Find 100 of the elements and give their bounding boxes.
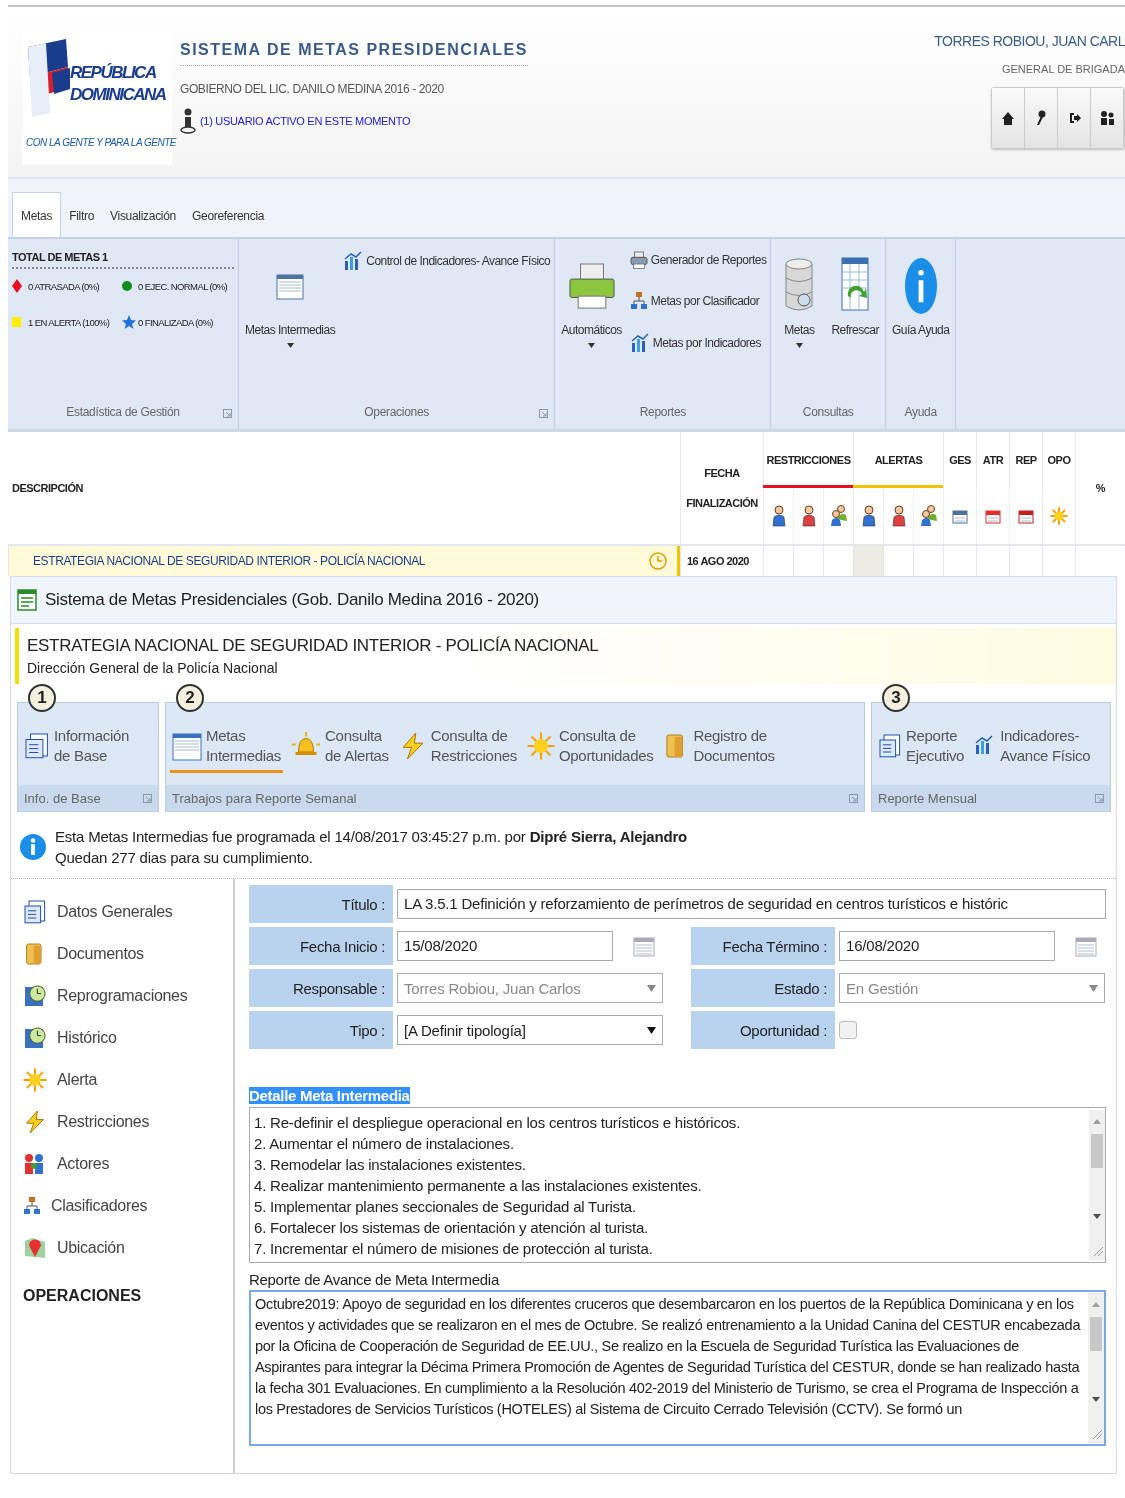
person-icon	[771, 505, 786, 527]
nav-item[interactable]: Alerta	[23, 1059, 233, 1101]
text-line: 5. Implementar planes seccionales de Seguridad al Turista.	[254, 1197, 637, 1217]
launcher-icon[interactable]	[223, 409, 232, 418]
user-name: TORRES ROBIOU, JUAN CARL	[934, 33, 1125, 49]
column-header: REP	[1009, 432, 1042, 488]
app-title: SISTEMA DE METAS PRESIDENCIALES	[180, 41, 528, 66]
hierarchy-icon	[23, 1196, 41, 1216]
caret-icon[interactable]	[588, 343, 596, 348]
scrollbar[interactable]	[1088, 1292, 1104, 1444]
launcher-icon[interactable]	[539, 409, 549, 418]
user-rank: GENERAL DE BRIGADA	[1001, 63, 1125, 75]
nav-item[interactable]: Histórico	[23, 1017, 233, 1059]
total-label: TOTAL DE METAS 1	[12, 251, 234, 269]
field-label: Responsable :	[249, 969, 393, 1007]
launcher-icon[interactable]	[1095, 793, 1104, 803]
home-button[interactable]	[992, 88, 1025, 148]
ribbon-button[interactable]: Automáticos	[559, 251, 624, 350]
goal-title: ESTRATEGIA NACIONAL DE SEGURIDAD INTERIOR - POLICÍA NACIONAL	[27, 636, 600, 656]
column-header: FECHA FINALIZACIÓN	[680, 432, 763, 544]
section-heading: OPERACIONES	[23, 1287, 143, 1305]
goal-link[interactable]: ESTRATEGIA NACIONAL DE SEGURIDAD INTERIOR - POLICÍA NACIONAL	[33, 554, 426, 568]
person-icon	[180, 108, 196, 134]
group-label: Reporte Mensual	[878, 790, 977, 806]
column-header: DESCRIPCIÓN	[11, 481, 84, 496]
step-badge: 3	[882, 684, 910, 712]
date-field[interactable]: 15/08/2020	[397, 931, 613, 961]
nav-item[interactable]: Ubicación	[23, 1227, 233, 1269]
text-field[interactable]: LA 3.5.1 Definición y reforzamiento de perímetros de seguridad en centros turísticos e históric	[397, 889, 1106, 919]
text-area[interactable]	[249, 1290, 1106, 1446]
caret-icon[interactable]	[795, 343, 803, 348]
ribbon-button[interactable]: Control de Indicadores- Avance Físico	[343, 251, 551, 271]
ribbon-button[interactable]: Guía Ayuda	[889, 251, 952, 345]
person-icon	[861, 505, 876, 527]
ribbon-tab[interactable]: Metas	[12, 192, 62, 237]
group-label: Trabajos para Reporte Semanal	[172, 790, 357, 806]
caret-icon	[1089, 984, 1098, 992]
module-button[interactable]: Información de Base	[22, 725, 132, 773]
dropdown-field[interactable]: [A Definir tipología]	[397, 1015, 663, 1045]
section-label: Reporte de Avance de Meta Intermedia	[249, 1271, 501, 1288]
active-users-link[interactable]: (1) USUARIO ACTIVO EN ESTE MOMENTO	[200, 115, 411, 127]
nav-item[interactable]: Datos Generales	[23, 891, 233, 933]
ribbon-button[interactable]: Metas Intermedias	[243, 251, 338, 350]
users-button[interactable]	[1091, 88, 1124, 148]
module-button[interactable]: Reporte Ejecutivo	[876, 725, 967, 773]
module-button[interactable]: Consulta de Alertas	[289, 725, 391, 773]
calendar-picker-icon[interactable]	[633, 935, 655, 957]
calendar-picker-icon[interactable]	[1075, 935, 1097, 957]
caret-icon	[647, 1026, 656, 1034]
info-icon	[19, 833, 47, 861]
users-icon	[1099, 110, 1115, 126]
people-icon	[829, 505, 848, 527]
launcher-icon[interactable]	[143, 793, 152, 803]
step-badge: 1	[28, 684, 56, 712]
date-field[interactable]: 16/08/2020	[839, 931, 1055, 961]
document-icon	[23, 900, 47, 924]
field-label: Estado :	[691, 969, 835, 1007]
field-label: Fecha Inicio :	[249, 927, 393, 965]
ribbon-tab[interactable]: Filtro	[61, 193, 103, 237]
section-label: Detalle Meta Intermedia	[249, 1087, 410, 1104]
text-line: 2. Aumentar el número de instalaciones.	[254, 1134, 515, 1154]
module-button[interactable]: Registro de Documentos	[661, 725, 777, 773]
launcher-icon[interactable]	[849, 793, 858, 803]
group-label: Consultas	[802, 405, 854, 419]
nav-item[interactable]: Actores	[23, 1143, 233, 1185]
ribbon-button[interactable]: Metas	[775, 251, 824, 350]
nav-item[interactable]: Reprogramaciones	[23, 975, 233, 1017]
ribbon-tab[interactable]: Visualización	[102, 193, 184, 237]
group-label: Estadística de Gestión	[66, 405, 180, 419]
nav-item[interactable]: Restricciones	[23, 1101, 233, 1143]
group-label: Reportes	[639, 405, 686, 419]
nav-item[interactable]: Clasificadores	[23, 1185, 233, 1227]
calendar-icon	[952, 508, 968, 524]
key-button[interactable]	[1025, 88, 1058, 148]
module-button[interactable]: Indicadores- Avance Físico	[972, 725, 1093, 773]
nav-item[interactable]: Documentos	[23, 933, 233, 975]
ribbon-tab[interactable]: Georeferencia	[184, 193, 273, 237]
bar-chart-icon	[629, 333, 650, 353]
text-line: 7. Incrementar el número de misiones de protección al turista.	[254, 1239, 654, 1259]
module-button[interactable]: Metas Intermedias	[170, 725, 284, 773]
stat-label: 0 EJEC. NORMAL (0%)	[138, 280, 228, 292]
group-label: Operaciones	[364, 405, 429, 419]
column-header: OPO	[1042, 432, 1075, 488]
ribbon-button[interactable]: Generador de Reportes	[629, 251, 767, 269]
bar-chart-icon	[343, 251, 364, 271]
people-icon	[919, 505, 938, 527]
field-label: Título :	[249, 885, 393, 923]
stat-label: 0 ATRASADA (0%)	[28, 280, 100, 292]
text-area[interactable]	[249, 1107, 1106, 1263]
exit-button[interactable]	[1058, 88, 1091, 148]
ribbon-button[interactable]: Metas por Clasificador	[629, 291, 767, 311]
ribbon-button[interactable]: Refrescar	[829, 251, 881, 345]
scrollbar[interactable]	[1089, 1108, 1105, 1262]
module-button[interactable]: Consulta de Restricciones	[396, 725, 519, 773]
module-button[interactable]: Consulta de Oportunidades	[524, 725, 656, 773]
printer-icon	[629, 251, 648, 269]
ribbon-button[interactable]: Metas por Indicadores	[629, 333, 767, 353]
stat-label: 0 FINALIZADA (0%)	[138, 316, 213, 328]
info-icon	[903, 257, 938, 315]
caret-icon[interactable]	[286, 343, 294, 348]
